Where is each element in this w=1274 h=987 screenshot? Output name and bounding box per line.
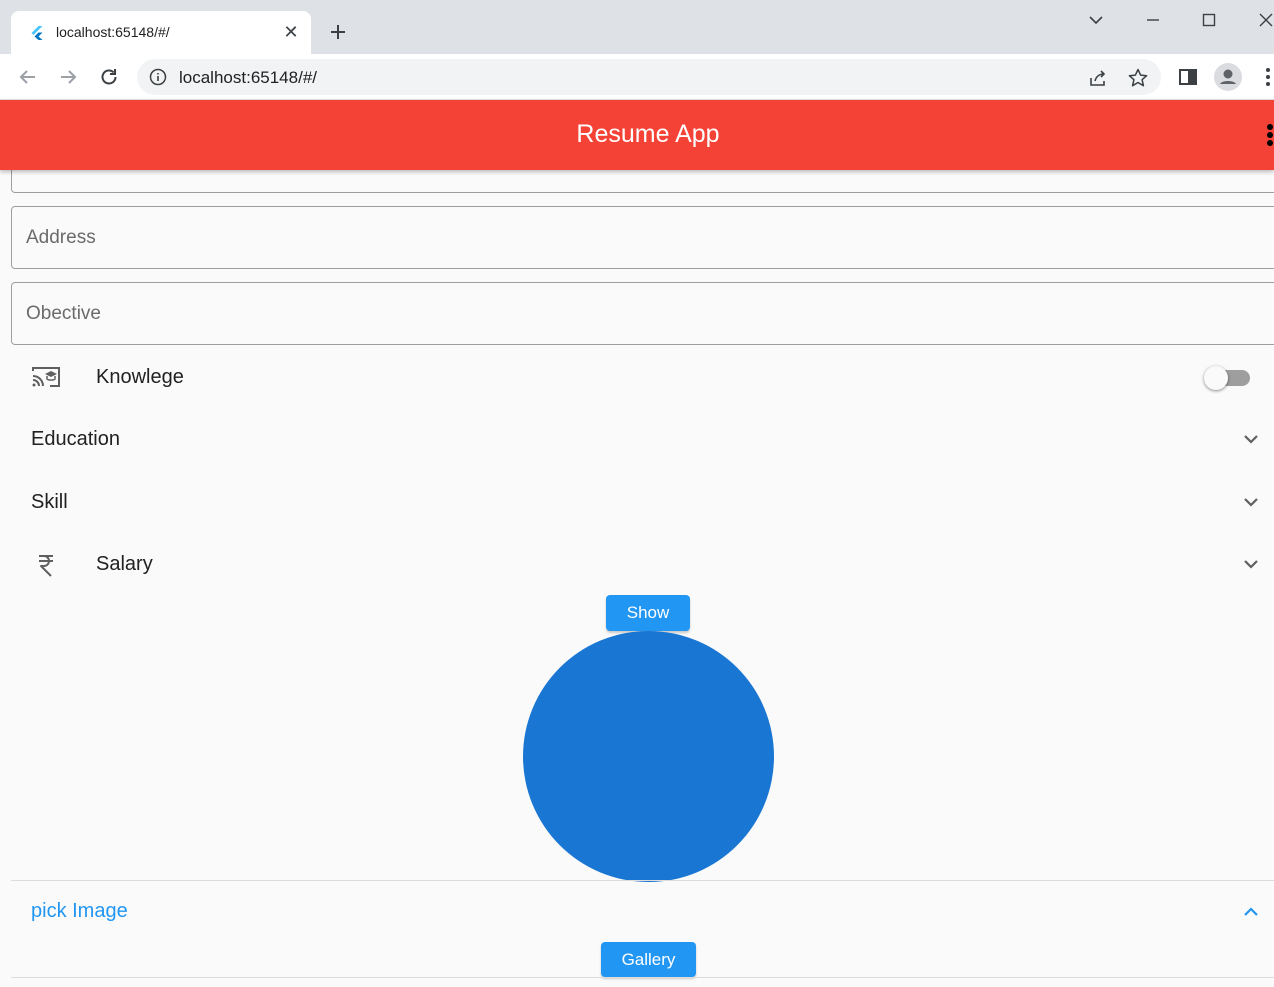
pick-image-tile[interactable] (0, 881, 1274, 941)
cast-for-education-icon (32, 367, 60, 387)
app-title: Resume App (576, 120, 720, 148)
knowledge-tile[interactable]: Knowlege (0, 346, 1274, 408)
tab-close-icon[interactable]: ✕ (281, 22, 301, 42)
browser-tab[interactable]: localhost:65148/#/ ✕ (11, 11, 311, 54)
skill-tile[interactable]: Skill (0, 471, 1274, 533)
knowledge-switch[interactable] (1204, 365, 1252, 391)
switch-thumb (1204, 366, 1228, 390)
minimize-icon[interactable] (1141, 8, 1165, 32)
share-icon[interactable] (1087, 67, 1109, 89)
show-button[interactable]: Show (606, 595, 690, 631)
salary-label: Salary (96, 553, 153, 575)
flutter-favicon-icon (31, 26, 43, 40)
knowledge-label: Knowlege (96, 366, 184, 388)
profile-image-circle (523, 631, 774, 882)
forward-arrow-icon[interactable] (56, 65, 80, 89)
salary-tile[interactable]: Salary (0, 533, 1274, 595)
back-arrow-icon[interactable] (16, 65, 40, 89)
chevron-down-icon (1244, 435, 1258, 444)
tab-search-chevron-icon[interactable] (1084, 8, 1108, 32)
chrome-menu-icon[interactable] (1258, 65, 1274, 89)
browser-tab-strip: localhost:65148/#/ ✕ (0, 0, 1274, 54)
chevron-down-icon (1244, 560, 1258, 569)
pick-image-label: pick Image (31, 900, 128, 922)
address-url: localhost:65148/#/ (179, 68, 317, 87)
app-bar: Resume App (0, 100, 1274, 170)
site-info-icon[interactable] (149, 68, 167, 86)
currency-rupee-icon (39, 555, 53, 577)
objective-field[interactable] (11, 282, 1274, 345)
bookmark-star-icon[interactable] (1127, 67, 1149, 89)
profile-avatar-icon[interactable] (1214, 63, 1242, 91)
maximize-icon[interactable] (1197, 8, 1221, 32)
address-field[interactable] (11, 206, 1274, 269)
divider (11, 977, 1274, 978)
education-tile[interactable]: Education (0, 408, 1274, 470)
new-tab-icon[interactable] (326, 20, 350, 44)
skill-label: Skill (31, 491, 68, 513)
more-vert-icon[interactable] (1263, 122, 1274, 148)
education-label: Education (31, 428, 120, 450)
address-bar[interactable]: localhost:65148/#/ (137, 59, 1161, 95)
objective-input[interactable] (26, 283, 1266, 344)
browser-toolbar: localhost:65148/#/ (0, 54, 1274, 100)
tab-title: localhost:65148/#/ (56, 24, 170, 40)
side-panel-icon[interactable] (1176, 65, 1200, 89)
gallery-button[interactable]: Gallery (601, 942, 696, 977)
reload-icon[interactable] (97, 65, 121, 89)
window-close-icon[interactable] (1254, 8, 1274, 32)
chevron-down-icon (1244, 498, 1258, 507)
address-input[interactable] (26, 207, 1266, 268)
chevron-up-icon (1244, 907, 1258, 916)
